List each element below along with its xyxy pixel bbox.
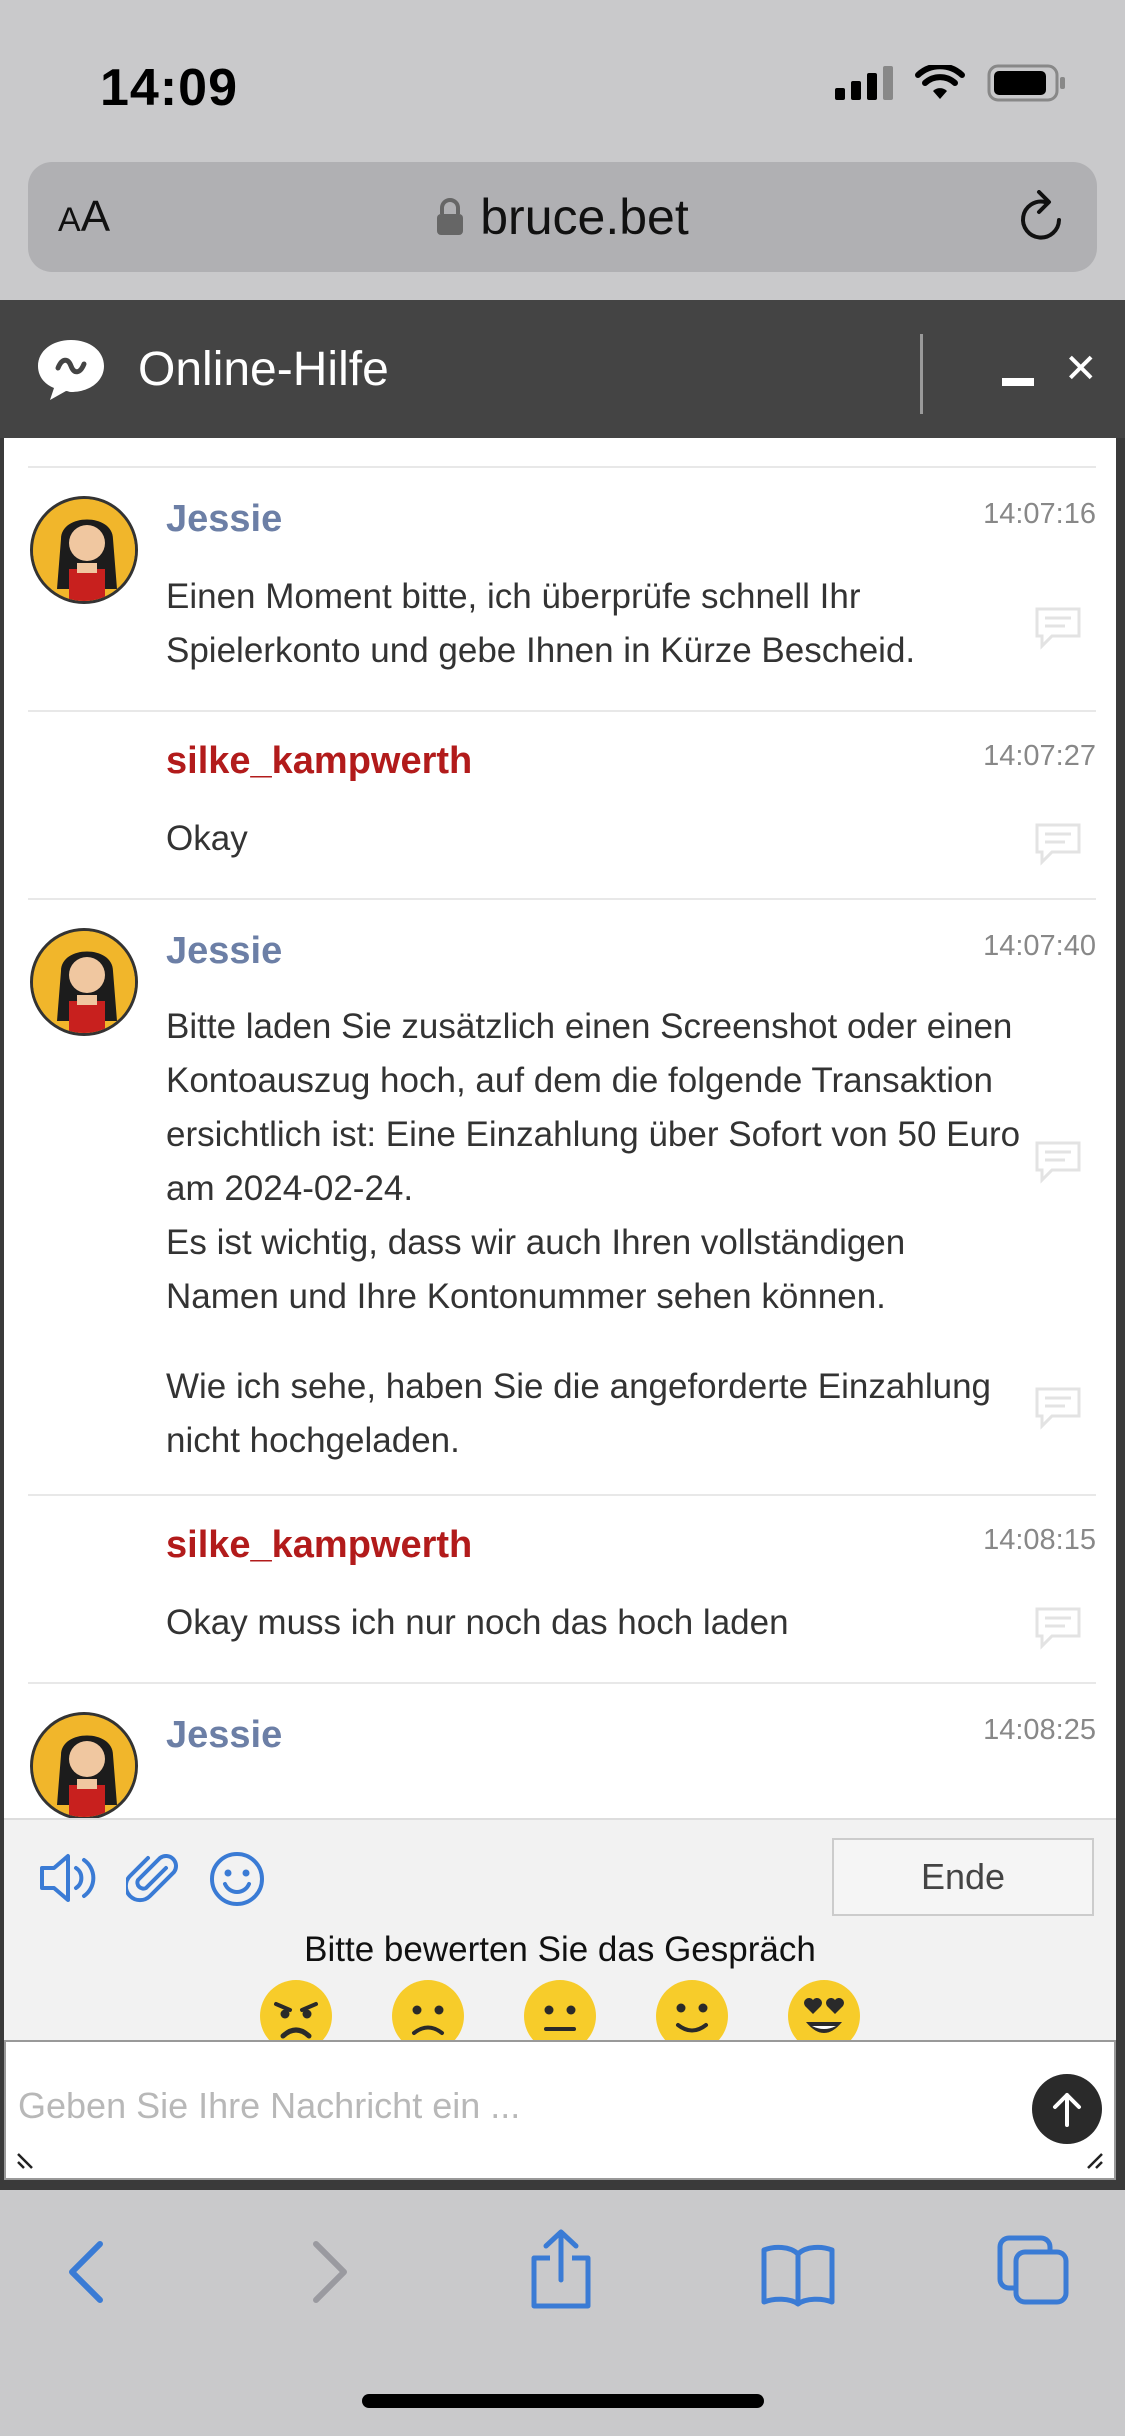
message-time: 14:07:40 <box>983 930 1096 962</box>
forward-icon[interactable] <box>304 2236 354 2308</box>
arrow-up-icon <box>1053 2093 1081 2127</box>
close-button[interactable]: ✕ <box>1064 346 1098 392</box>
resize-handle-icon[interactable] <box>1080 2146 1104 2170</box>
emoji-icon[interactable] <box>208 1850 266 1908</box>
chat-message: silke_kampwerth 14:08:15 Okay muss ich n… <box>28 1494 1096 1682</box>
chat-message: Jessie 14:08:25 <box>28 1682 1096 1818</box>
message-text: Bitte laden Sie zusätzlich einen Screens… <box>166 1007 1021 1208</box>
resize-handle-icon[interactable] <box>16 2146 40 2170</box>
rating-label: Bitte bewerten Sie das Gespräch <box>304 1930 816 1969</box>
message-input[interactable] <box>18 2056 998 2156</box>
battery-icon <box>987 64 1065 102</box>
lock-icon <box>437 198 464 235</box>
chat-message: Jessie 14:07:40 Bitte laden Sie zusätzli… <box>28 898 1096 1494</box>
message-time: 14:08:15 <box>983 1524 1096 1556</box>
wifi-icon <box>915 65 965 99</box>
chat-message: silke_kampwerth 14:07:27 Okay <box>28 710 1096 898</box>
message-bubble-icon <box>1035 1607 1081 1650</box>
attachment-icon[interactable] <box>126 1850 182 1906</box>
message-author: Jessie <box>166 498 283 540</box>
message-time: 14:07:16 <box>983 498 1096 530</box>
address-bar[interactable]: AA bruce.bet <box>28 162 1097 272</box>
back-icon[interactable] <box>62 2236 112 2308</box>
minimize-button[interactable] <box>1002 378 1034 386</box>
url-text: bruce.bet <box>480 189 689 245</box>
share-icon[interactable] <box>528 2228 594 2310</box>
home-indicator <box>362 2394 764 2408</box>
message-text: Es ist wichtig, dass wir auch Ihren voll… <box>166 1223 906 1316</box>
message-bubble-icon <box>1035 1141 1081 1184</box>
chat-messages[interactable]: Jessie 14:07:16 Einen Moment bitte, ich … <box>4 438 1116 1818</box>
end-chat-button[interactable]: Ende <box>832 1838 1094 1916</box>
message-text: Einen Moment bitte, ich überprüfe schnel… <box>166 577 916 670</box>
message-bubble-icon <box>1035 823 1081 866</box>
message-author: silke_kampwerth <box>166 1524 473 1566</box>
message-time: 14:08:25 <box>983 1714 1096 1746</box>
message-bubble-icon <box>1035 1387 1081 1430</box>
avatar <box>30 496 138 604</box>
message-text: Wie ich sehe, haben Sie die angeforderte… <box>166 1367 991 1460</box>
chat-message: Jessie 14:07:16 Einen Moment bitte, ich … <box>28 466 1096 702</box>
message-time: 14:07:27 <box>983 740 1096 772</box>
message-text: Okay muss ich nur noch das hoch laden <box>166 1603 789 1642</box>
message-author: Jessie <box>166 930 283 972</box>
chat-title: Online-Hilfe <box>138 343 389 396</box>
sound-icon[interactable] <box>38 1850 100 1906</box>
message-input-area <box>4 2040 1116 2180</box>
message-author: silke_kampwerth <box>166 740 473 782</box>
chat-header: Online-Hilfe ✕ <box>0 300 1125 438</box>
tabs-icon[interactable] <box>996 2234 1070 2306</box>
signal-icon <box>835 66 893 100</box>
message-author: Jessie <box>166 1714 283 1756</box>
url-display[interactable]: bruce.bet <box>28 188 1097 246</box>
reload-icon[interactable] <box>1015 190 1069 246</box>
send-button[interactable] <box>1032 2074 1102 2144</box>
message-text: Okay <box>166 819 248 858</box>
status-time: 14:09 <box>100 59 238 117</box>
chat-toolbar: Ende Bitte bewerten Sie das Gespräch <box>4 1818 1116 2052</box>
chat-widget: Online-Hilfe ✕ Jessie 14:07:16 Einen Mom… <box>0 300 1125 2190</box>
header-divider <box>920 334 923 414</box>
avatar <box>30 1712 138 1818</box>
bookmarks-icon[interactable] <box>760 2242 836 2308</box>
status-bar: 14:09 <box>0 0 1125 160</box>
chat-logo-icon <box>38 340 104 400</box>
status-icons <box>835 64 1067 102</box>
message-bubble-icon <box>1035 607 1081 650</box>
avatar <box>30 928 138 1036</box>
